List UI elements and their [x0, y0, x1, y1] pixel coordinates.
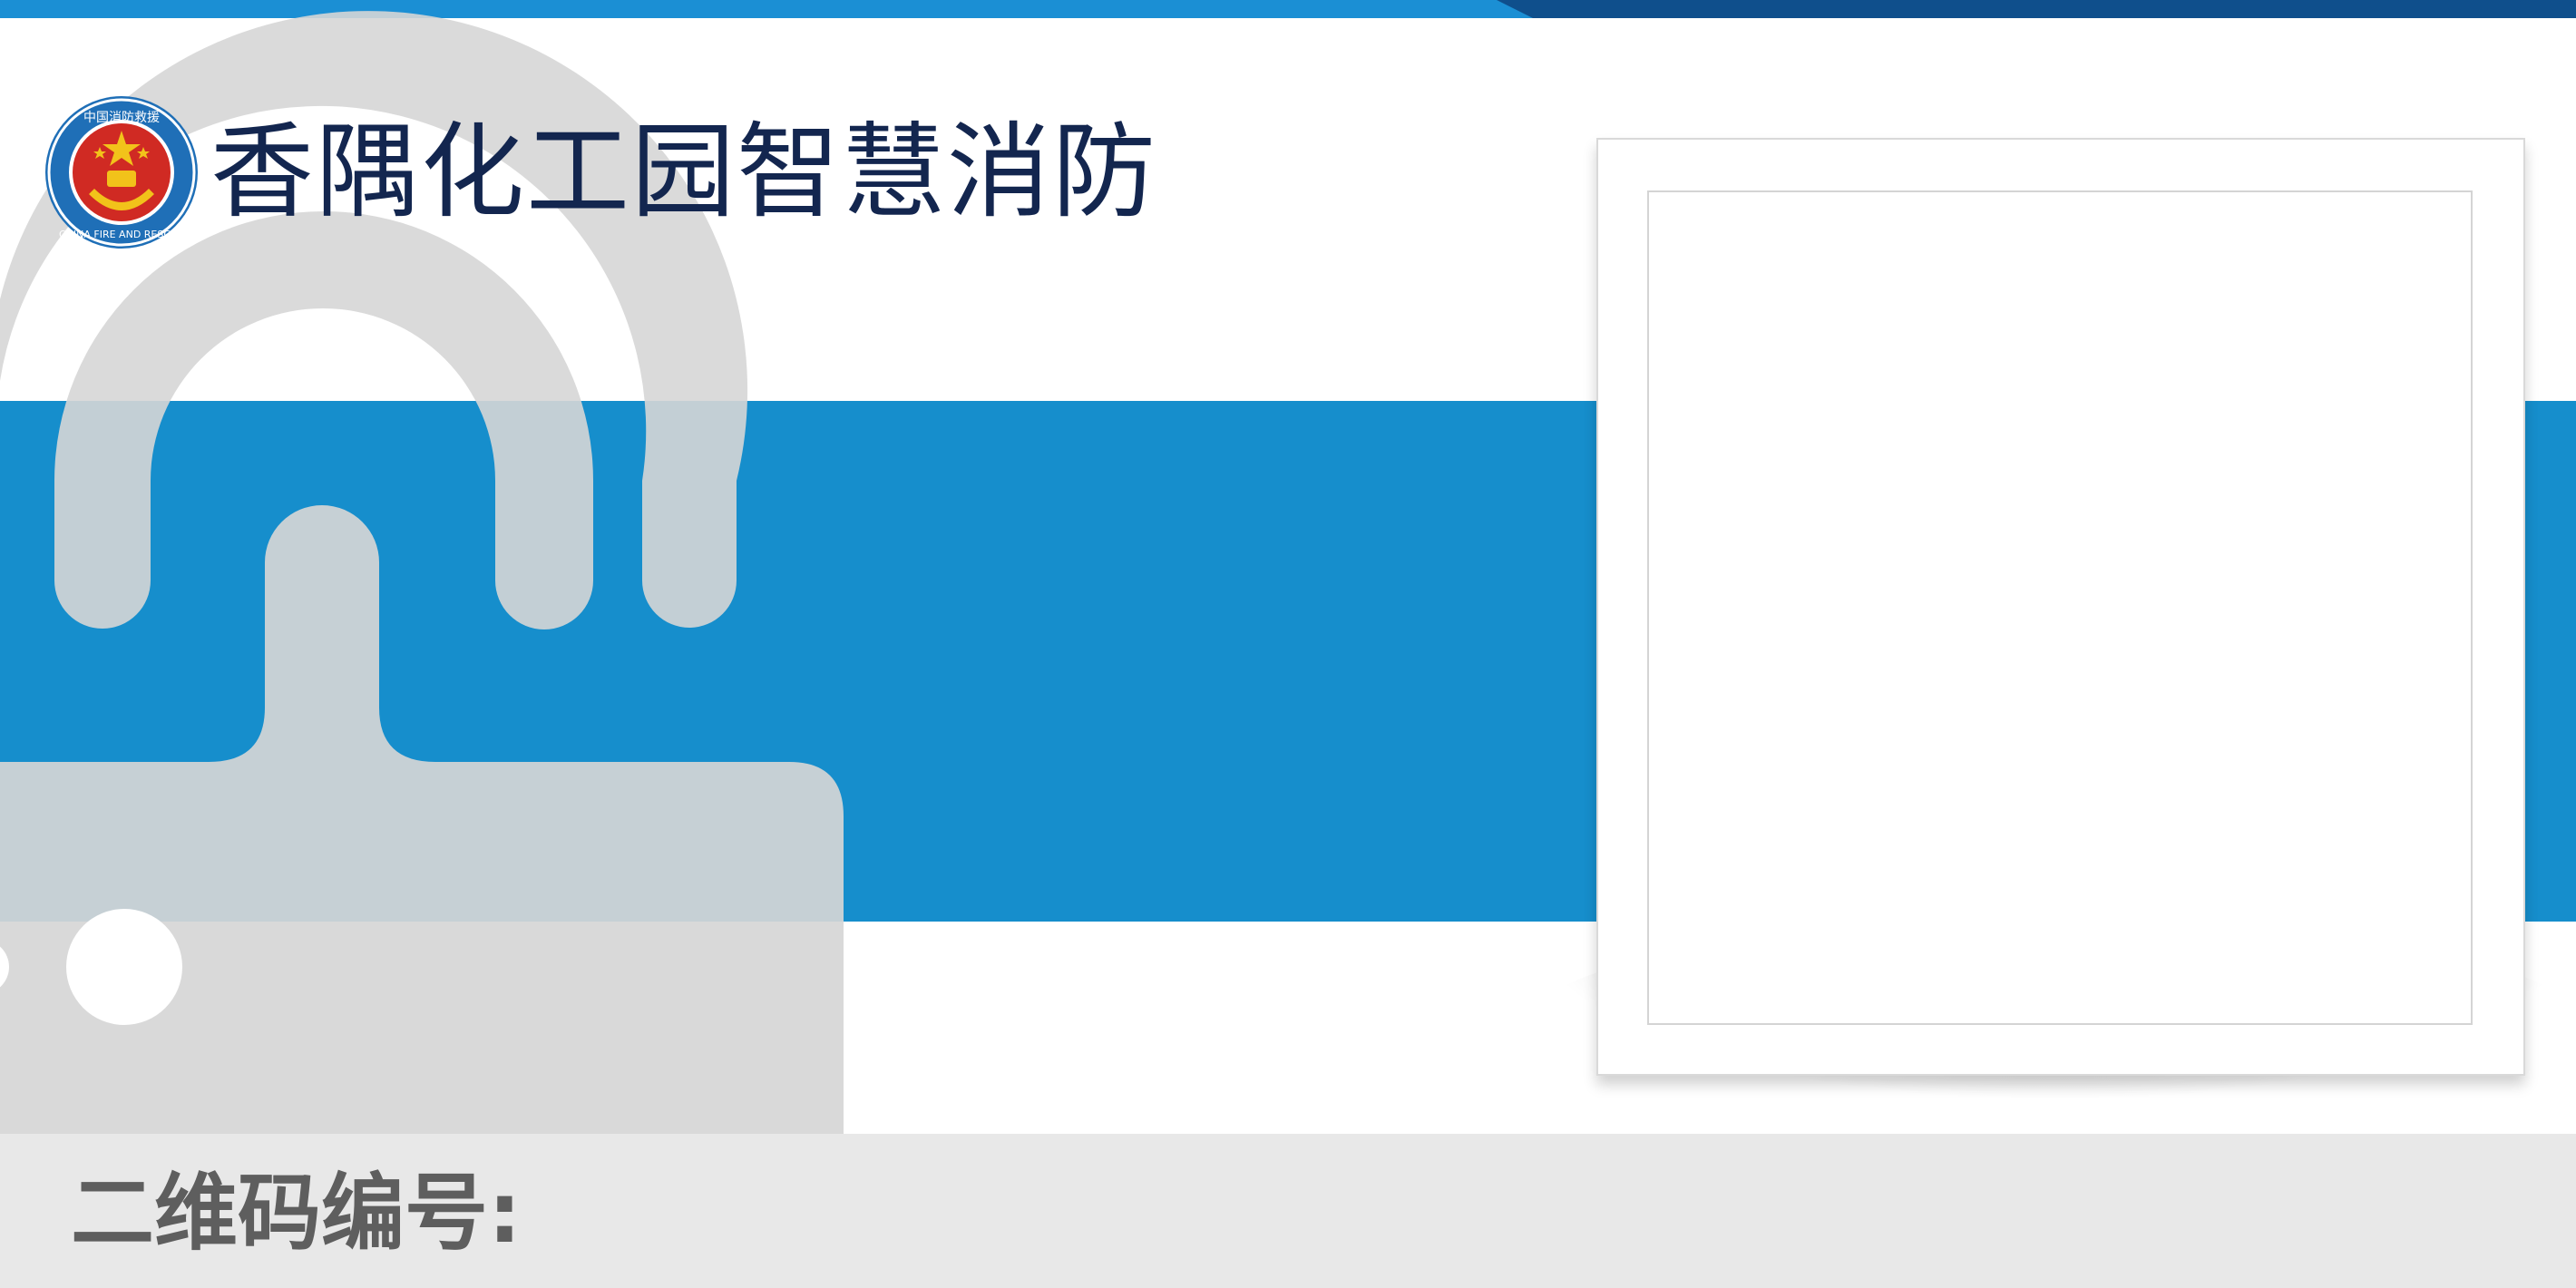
svg-text:CHINA FIRE AND RESCUE: CHINA FIRE AND RESCUE	[59, 229, 184, 240]
header: 中国消防救援 CHINA FIRE AND RESCUE 香隅化工园智慧消防	[44, 94, 1157, 250]
footer-bar: 二维码编号:	[0, 1134, 2576, 1288]
qr-code-frame	[1596, 138, 2525, 1076]
fire-rescue-emblem-icon: 中国消防救援 CHINA FIRE AND RESCUE	[44, 94, 200, 250]
page-title: 香隅化工园智慧消防	[210, 112, 1158, 232]
svg-text:中国消防救援: 中国消防救援	[83, 111, 160, 125]
qr-code-number-label: 二维码编号:	[71, 1165, 522, 1262]
qr-code-placeholder	[1647, 190, 2473, 1025]
